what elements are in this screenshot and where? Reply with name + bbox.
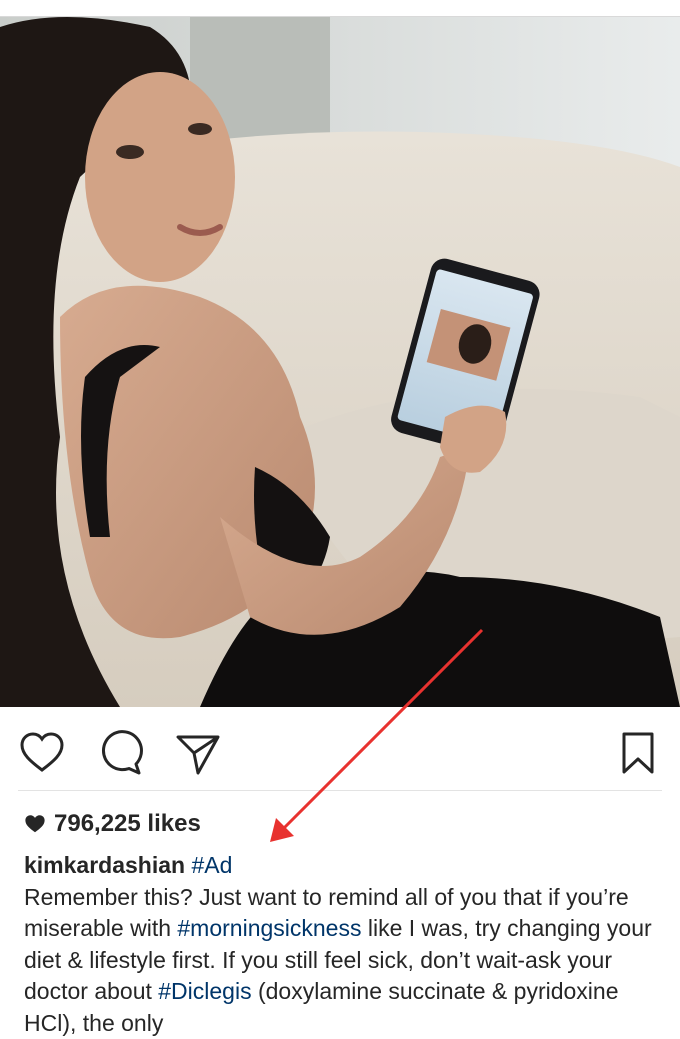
paper-plane-icon (176, 735, 220, 775)
hashtag-ad[interactable]: #Ad (191, 852, 232, 878)
likes-count[interactable]: 796,225 likes (24, 810, 201, 838)
hashtag-diclegis[interactable]: #Diclegis (158, 978, 251, 1004)
username-link[interactable]: kimkardashian (24, 852, 185, 878)
hashtag-morningsickness[interactable]: #morningsickness (177, 915, 361, 941)
top-edge-strip (0, 0, 680, 17)
likes-label: 796,225 likes (54, 810, 201, 837)
like-button[interactable] (18, 729, 66, 777)
share-button[interactable] (174, 729, 222, 777)
comment-button[interactable] (96, 729, 144, 777)
heart-outline-icon (20, 732, 64, 772)
post-caption: kimkardashian #Ad Remember this? Just wan… (24, 850, 664, 1039)
bookmark-icon (622, 732, 654, 774)
section-divider (18, 790, 662, 791)
post-photo[interactable] (0, 17, 680, 707)
save-button[interactable] (614, 729, 662, 777)
post-action-bar (0, 707, 680, 791)
speech-bubble-icon (101, 730, 143, 775)
heart-filled-icon (25, 815, 45, 833)
